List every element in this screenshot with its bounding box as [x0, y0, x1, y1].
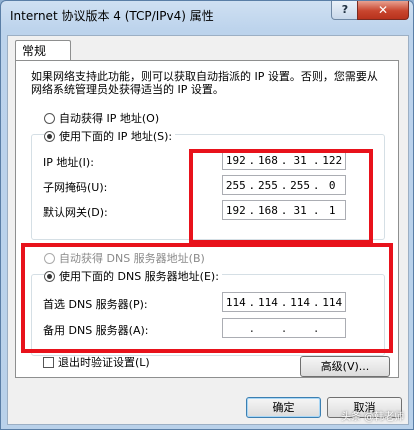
- gateway-octet-2: 168: [257, 203, 278, 217]
- ip-octet-3: 31: [293, 153, 307, 167]
- dialog-client: 常规 如果网络支持此功能，则可以获取自动指派的 IP 设置。否则，您需要从网络系…: [7, 35, 409, 425]
- close-button[interactable]: ✕: [357, 1, 409, 20]
- validate-on-exit-checkbox[interactable]: 退出时验证设置(L): [43, 354, 150, 370]
- window-title: Internet 协议版本 4 (TCP/IPv4) 属性: [10, 9, 214, 23]
- dns1-octet-1: 114: [225, 295, 246, 309]
- tab-general[interactable]: 常规: [15, 40, 71, 60]
- auto-dns-label: 自动获得 DNS 服务器地址(B): [59, 252, 205, 265]
- dns-group-box: [31, 274, 385, 356]
- gateway-octet-1: 192: [225, 203, 246, 217]
- auto-ip-radio[interactable]: 自动获得 IP 地址(O): [44, 110, 159, 126]
- subnet-mask-label: 子网掩码(U):: [43, 181, 108, 194]
- alternate-dns-input[interactable]: . . .: [222, 318, 346, 338]
- manual-ip-label: 使用下面的 IP 地址(S):: [59, 130, 173, 143]
- auto-ip-label: 自动获得 IP 地址(O): [59, 112, 160, 125]
- auto-dns-radio-dot: [44, 252, 55, 264]
- preferred-dns-label: 首选 DNS 服务器(P):: [43, 298, 148, 311]
- general-panel: 如果网络支持此功能，则可以获取自动指派的 IP 设置。否则，您需要从网络系统管理…: [15, 60, 399, 378]
- ip-address-label: IP 地址(I):: [43, 156, 94, 169]
- manual-dns-label: 使用下面的 DNS 服务器地址(E):: [59, 270, 219, 283]
- preferred-dns-input[interactable]: 114. 114. 114. 114: [222, 292, 346, 312]
- ip-octet-2: 168: [257, 153, 278, 167]
- mask-octet-2: 255: [257, 178, 278, 192]
- auto-dns-radio[interactable]: 自动获得 DNS 服务器地址(B): [44, 250, 205, 266]
- ip-octet-1: 192: [225, 153, 246, 167]
- auto-ip-radio-dot: [44, 112, 55, 124]
- description-text: 如果网络支持此功能，则可以获取自动指派的 IP 设置。否则，您需要从网络系统管理…: [31, 70, 378, 96]
- manual-ip-radio[interactable]: 使用下面的 IP 地址(S):: [44, 128, 176, 144]
- mask-octet-1: 255: [225, 178, 246, 192]
- validate-checkbox-box: [43, 356, 54, 368]
- manual-ip-radio-dot: [44, 130, 55, 142]
- dialog-window: Internet 协议版本 4 (TCP/IPv4) 属性 ? ✕ 常规 如果网…: [0, 0, 414, 430]
- ok-button[interactable]: 确定: [246, 397, 321, 418]
- manual-dns-radio[interactable]: 使用下面的 DNS 服务器地址(E):: [44, 268, 222, 284]
- dns1-octet-4: 114: [322, 295, 343, 309]
- advanced-button[interactable]: 高级(V)...: [300, 356, 390, 377]
- mask-octet-3: 255: [290, 178, 311, 192]
- title-bar: Internet 协议版本 4 (TCP/IPv4) 属性 ? ✕: [1, 1, 413, 29]
- gateway-octet-3: 31: [293, 203, 307, 217]
- subnet-mask-input[interactable]: 255. 255. 255. 0: [222, 175, 346, 195]
- help-button[interactable]: ?: [331, 1, 359, 20]
- alternate-dns-label: 备用 DNS 服务器(A):: [43, 324, 149, 337]
- default-gateway-input[interactable]: 192. 168. 31. 1: [222, 200, 346, 220]
- dns1-octet-3: 114: [290, 295, 311, 309]
- watermark-text: 头条 @韩老师: [341, 412, 405, 423]
- default-gateway-label: 默认网关(D):: [43, 206, 108, 219]
- ip-octet-4: 122: [322, 153, 343, 167]
- mask-octet-4: 0: [328, 178, 336, 192]
- ip-address-input[interactable]: 192. 168. 31. 122: [222, 150, 346, 170]
- validate-on-exit-label: 退出时验证设置(L): [58, 356, 150, 369]
- gateway-octet-4: 1: [328, 203, 336, 217]
- manual-dns-radio-dot: [44, 270, 55, 282]
- dns1-octet-2: 114: [257, 295, 278, 309]
